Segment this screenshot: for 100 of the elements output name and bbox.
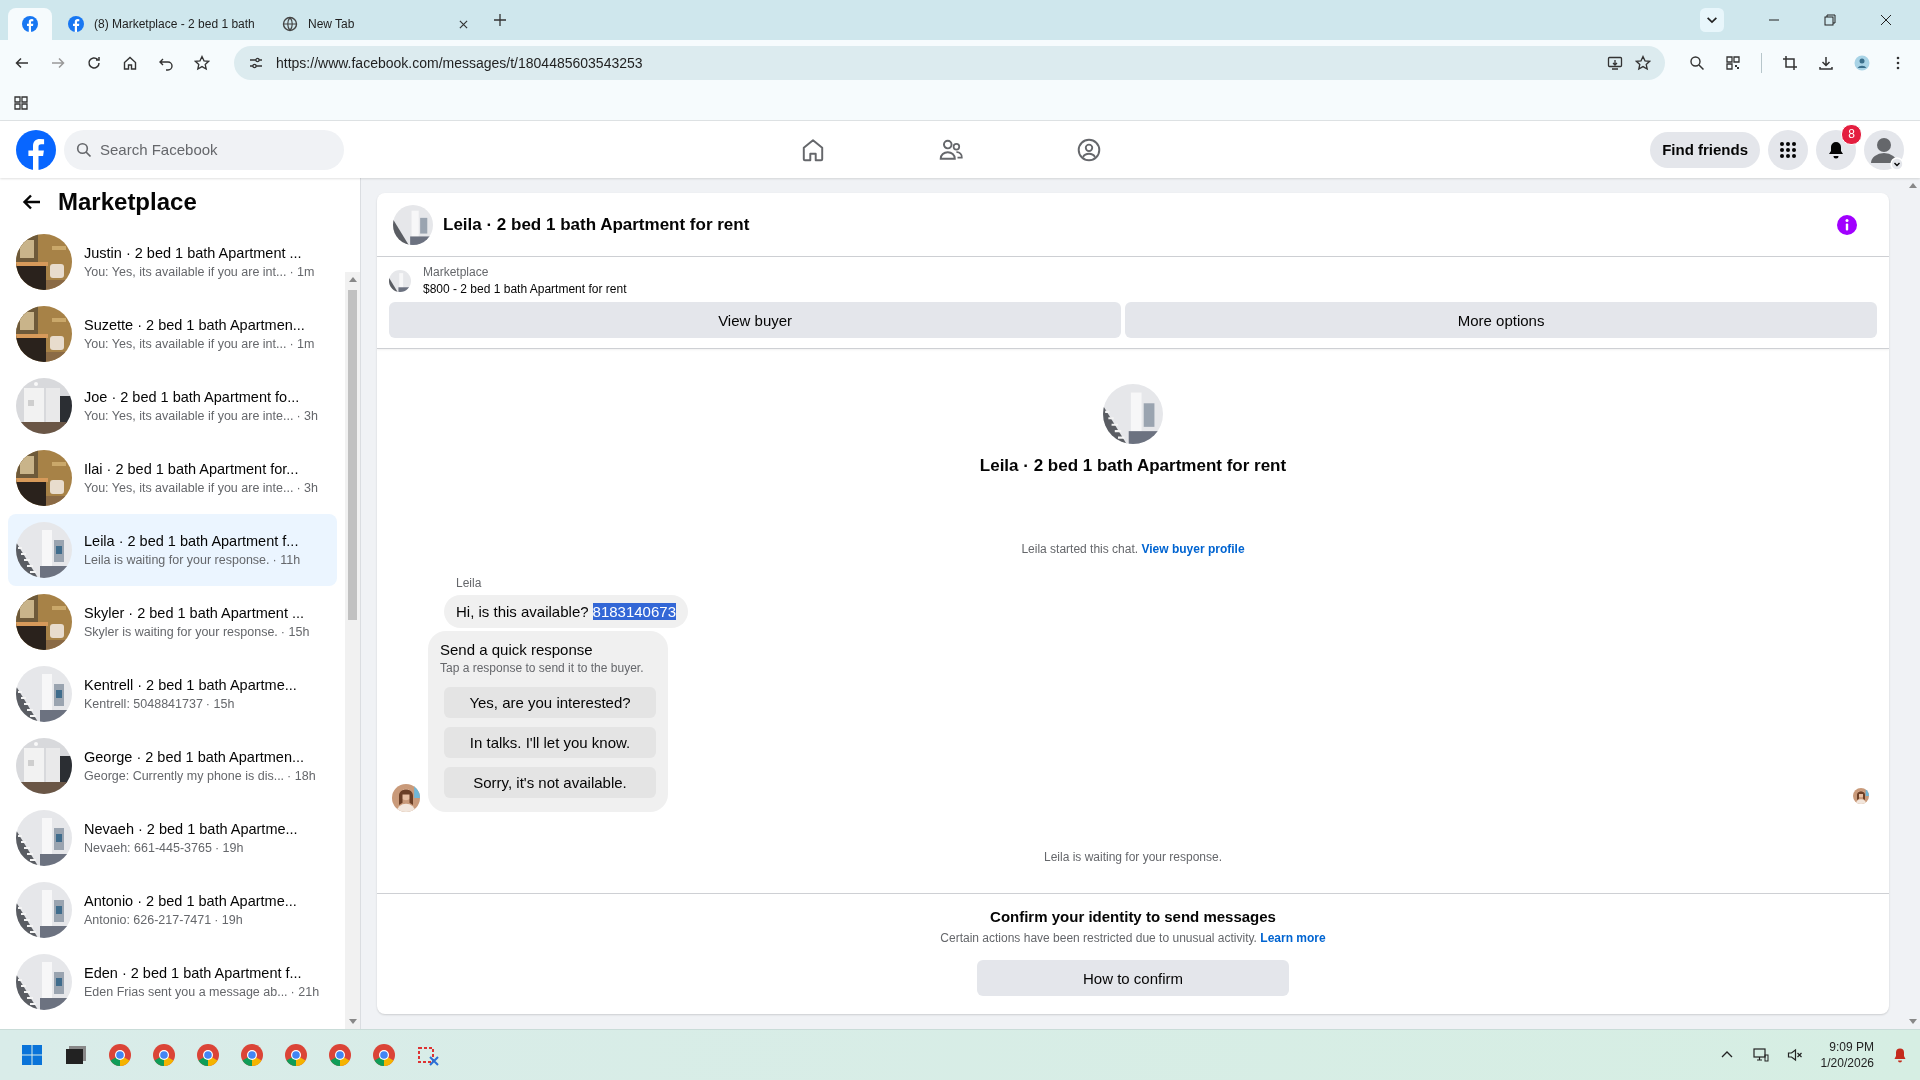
conversation-title: George · 2 bed 1 bath Apartmen... xyxy=(84,749,306,765)
browser-tab[interactable]: (8) Marketplace - 2 bed 1 bath xyxy=(56,8,266,40)
close-icon[interactable] xyxy=(459,19,468,29)
chat-start-notice: Leila started this chat. View buyer profile xyxy=(1021,542,1245,556)
scrollbar[interactable] xyxy=(345,272,360,1029)
conversation-item[interactable]: Kentrell · 2 bed 1 bath Apartme... Kentrell: 5048841737 · 15h xyxy=(8,658,337,730)
notification-bell-icon[interactable] xyxy=(1892,1047,1908,1063)
conversation-title: Skyler · 2 bed 1 bath Apartment ... xyxy=(84,605,306,621)
listing-label: Marketplace xyxy=(423,265,490,279)
download-icon[interactable] xyxy=(1818,54,1834,71)
conversation-item[interactable]: Eden · 2 bed 1 bath Apartment f... Eden Frias sent you a message ab... · 21h xyxy=(8,946,337,1018)
restore-icon[interactable] xyxy=(1824,14,1836,26)
waiting-status: Leila is waiting for your response. xyxy=(1043,850,1223,864)
account-avatar-icon[interactable] xyxy=(1864,129,1904,170)
grid-icon xyxy=(1778,139,1798,160)
browser-tab[interactable]: New Tab xyxy=(270,8,480,40)
home-icon[interactable] xyxy=(122,54,138,71)
home-icon[interactable] xyxy=(800,136,826,163)
conversation-item[interactable]: Antonio · 2 bed 1 bath Apartme... Antonio: 626-217-7471 · 19h xyxy=(8,874,337,946)
conversation-item[interactable]: Joe · 2 bed 1 bath Apartment fo... You: Yes, its available if you are inte... · 3h xyxy=(8,370,337,442)
groups-icon[interactable] xyxy=(1076,136,1102,163)
tab-search-icon[interactable] xyxy=(1700,8,1724,32)
conversation-title: Kentrell · 2 bed 1 bath Apartme... xyxy=(84,677,297,693)
reload-icon[interactable] xyxy=(86,54,102,71)
chrome-icon[interactable] xyxy=(240,1043,264,1067)
find-friends-button[interactable]: Find friends xyxy=(1650,131,1760,168)
info-icon[interactable] xyxy=(1837,214,1857,235)
scroll-up-icon[interactable] xyxy=(1908,182,1917,188)
address-bar[interactable]: https://www.facebook.com/messages/t/1804485603543253 xyxy=(234,45,1665,80)
listing-button[interactable]: More options xyxy=(1125,302,1877,338)
apps-icon[interactable] xyxy=(13,94,29,111)
message-preview: Kentrell: 5048841737 xyxy=(84,697,203,711)
globe-icon xyxy=(282,16,298,32)
restriction-text: Certain actions have been restricted due to unusual activity. Learn more xyxy=(940,931,1326,945)
message-preview: Antonio: 626-217-7471 xyxy=(84,913,212,927)
message-preview: You: Yes, its available if you are inte... xyxy=(84,481,294,495)
chrome-icon[interactable] xyxy=(196,1043,220,1067)
chrome-icon[interactable] xyxy=(108,1043,132,1067)
conversation-item[interactable]: Skyler · 2 bed 1 bath Apartment ... Skyler is waiting for your response. · 15h xyxy=(8,586,337,658)
chrome-icon[interactable] xyxy=(328,1043,352,1067)
chat-title: Leila · 2 bed 1 bath Apartment for rent xyxy=(443,214,750,235)
install-app-icon[interactable] xyxy=(1607,54,1623,71)
bookmark-star-icon[interactable] xyxy=(194,54,210,71)
quick-response-subtitle: Tap a response to send it to the buyer. xyxy=(440,661,644,675)
chrome-icon[interactable] xyxy=(152,1043,176,1067)
close-icon[interactable] xyxy=(1880,14,1892,26)
clock-date[interactable]: 1/20/2026 xyxy=(1820,1056,1874,1070)
quick-response-button[interactable]: In talks. I'll let you know. xyxy=(444,727,656,758)
notifications-button[interactable] xyxy=(1816,129,1856,170)
sidebar-title: Marketplace xyxy=(58,188,197,216)
qr-code-icon[interactable] xyxy=(1725,54,1741,71)
message-time: · 3h xyxy=(296,409,318,423)
new-tab-icon[interactable] xyxy=(494,14,506,26)
facebook-logo-icon xyxy=(68,16,84,32)
listing-button[interactable]: View buyer xyxy=(389,302,1122,338)
conversation-title: Nevaeh · 2 bed 1 bath Apartme... xyxy=(84,821,298,837)
message-preview: You: Yes, its available if you are inte... xyxy=(84,409,294,423)
browser-tab[interactable] xyxy=(8,8,52,40)
profile-icon[interactable] xyxy=(1854,54,1870,71)
conversation-title: Justin · 2 bed 1 bath Apartment ... xyxy=(84,245,303,261)
conversation-title: Ilai · 2 bed 1 bath Apartment for... xyxy=(84,461,300,477)
chrome-icon[interactable] xyxy=(372,1043,396,1067)
start-icon[interactable] xyxy=(20,1043,44,1067)
conversation-item[interactable]: Ilai · 2 bed 1 bath Apartment for... You: Yes, its available if you are inte... · 3h xyxy=(8,442,337,514)
conversation-item[interactable]: Justin · 2 bed 1 bath Apartment ... You: Yes, its available if you are int... · 1m xyxy=(8,226,337,298)
bell-icon xyxy=(1826,139,1846,160)
conversation-item[interactable]: Suzette · 2 bed 1 bath Apartmen... You: Yes, its available if you are int... · 1m xyxy=(8,298,337,370)
crop-icon[interactable] xyxy=(1782,54,1798,71)
menu-button[interactable] xyxy=(1768,129,1808,170)
conversation-item[interactable]: Nevaeh · 2 bed 1 bath Apartme... Nevaeh: 661-445-3765 · 19h xyxy=(8,802,337,874)
speaker-muted-icon[interactable] xyxy=(1786,1047,1803,1063)
back-arrow-icon[interactable] xyxy=(22,192,42,212)
chat-intro-title: Leila · 2 bed 1 bath Apartment for rent xyxy=(979,456,1287,476)
terminal-icon[interactable] xyxy=(64,1043,88,1067)
message-preview: You: Yes, its available if you are int... xyxy=(84,265,287,279)
message-preview: Skyler is waiting for your response. xyxy=(84,625,278,639)
conversation-item[interactable]: George · 2 bed 1 bath Apartmen... George: Currently my phone is dis... · 18h xyxy=(8,730,337,802)
search-icon xyxy=(76,141,92,158)
conversation-title: Suzette · 2 bed 1 bath Apartmen... xyxy=(84,317,306,333)
quick-response-button[interactable]: Yes, are you interested? xyxy=(444,687,656,718)
clock-time[interactable]: 9:09 PM xyxy=(1829,1040,1874,1054)
zoom-icon[interactable] xyxy=(1689,54,1705,71)
network-icon[interactable] xyxy=(1752,1047,1769,1063)
quick-response-button[interactable]: Sorry, it's not available. xyxy=(444,767,656,798)
conversation-item[interactable]: Leila · 2 bed 1 bath Apartment f... Leila is waiting for your response. · 11h xyxy=(8,514,337,586)
scroll-down-icon[interactable] xyxy=(1908,1019,1917,1025)
facebook-logo-icon[interactable] xyxy=(16,129,56,170)
conversation-title: Joe · 2 bed 1 bath Apartment fo... xyxy=(84,389,301,405)
buyer-profile-link[interactable]: View buyer profile xyxy=(1141,542,1245,556)
scroll-down-icon[interactable] xyxy=(348,1019,357,1025)
how-to-confirm-button[interactable]: How to confirm xyxy=(977,960,1289,996)
conversation-title: Antonio · 2 bed 1 bath Apartme... xyxy=(84,893,297,909)
learn-more-link[interactable]: Learn more xyxy=(1260,931,1326,945)
message-preview: You: Yes, its available if you are int... xyxy=(84,337,287,351)
message-preview: Nevaeh: 661-445-3765 xyxy=(84,841,212,855)
restriction-title: Confirm your identity to send messages xyxy=(990,908,1276,925)
search-field[interactable]: Search Facebook xyxy=(64,129,344,170)
chrome-icon[interactable] xyxy=(284,1043,308,1067)
bookmark-star-icon[interactable] xyxy=(1635,54,1651,71)
scroll-up-icon[interactable] xyxy=(348,276,357,282)
